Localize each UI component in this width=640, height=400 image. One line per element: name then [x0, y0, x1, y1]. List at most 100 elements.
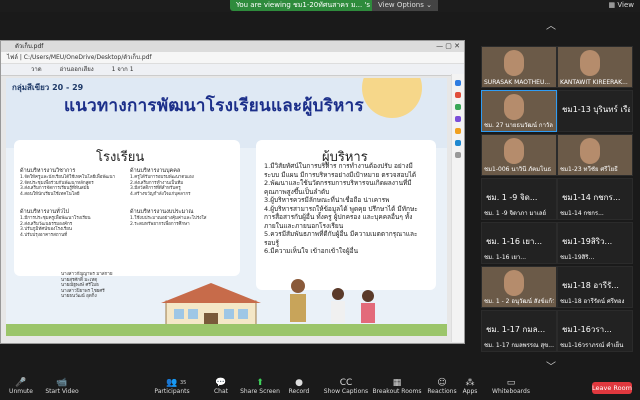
- participant-name: ชม. 1-17 กมลพรรณ สุข...: [484, 342, 554, 349]
- button-label: Participants: [154, 388, 190, 395]
- chat-button[interactable]: 💬 Chat: [208, 378, 234, 395]
- admin-list: 1.มีวิสัยทัศน์ในการบริหาร การทำงานต้องปร…: [264, 162, 422, 256]
- record-button[interactable]: ● Record: [284, 378, 314, 395]
- shopping-icon[interactable]: [455, 128, 461, 134]
- school-heading: โรงเรียน: [96, 150, 145, 165]
- button-label: Whiteboards: [492, 388, 530, 395]
- edge-sidebar: [451, 74, 464, 342]
- personnel-list: 1.ครูได้รับการอบรมพัฒนาตนเอง 2.ส่งเสริมก…: [130, 175, 234, 197]
- participant-tile[interactable]: ชม. 1 -9 จิด... ชม. 1 -9 จิดาภา มาเลย์: [481, 178, 557, 220]
- whiteboard-icon: ▭: [506, 378, 516, 388]
- start-video-button[interactable]: 📹 Start Video: [42, 378, 82, 395]
- chevron-down-icon[interactable]: ﹀: [546, 358, 556, 373]
- draw-tool[interactable]: วาด: [31, 66, 42, 73]
- breakout-rooms-button[interactable]: ▦ Breakout Rooms: [372, 378, 422, 395]
- participant-tile[interactable]: ชม1-14 กชกร... ชม1-14 กชกร...: [557, 178, 633, 220]
- participant-name-large: ชม1-18 อารีรั...: [562, 281, 619, 290]
- participant-tile[interactable]: ชม1-19สิริว... ชม1-19สิริ...: [557, 222, 633, 264]
- participant-tile[interactable]: ชม. 27 นายธนวัฒน์ กาวัล: [481, 90, 557, 132]
- list-item: 2.พัฒนาและใช้นวัตกรรมการบริหารจนเกิดผลงา…: [264, 179, 412, 196]
- button-label: Show Captions: [323, 388, 369, 395]
- pdf-slide: กลุ่มสีเขียว 20 - 29 แนวทางการพัฒนาโรงเร…: [6, 78, 447, 336]
- browser-tab[interactable]: ตัวเก็บ.pdf — ▢ ✕: [1, 41, 464, 52]
- view-options-button[interactable]: View Options ⌄: [372, 0, 438, 11]
- reactions-button[interactable]: ☺ Reactions: [424, 378, 460, 395]
- unmute-button[interactable]: 🎤 Unmute: [6, 378, 36, 395]
- share-screen-button[interactable]: ⬆ Share Screen: [240, 378, 280, 395]
- outlook-icon[interactable]: [455, 140, 461, 146]
- office-icon[interactable]: [455, 116, 461, 122]
- button-label: Start Video: [45, 388, 79, 395]
- address-bar[interactable]: ไฟล์ | C:/Users/MEU/OneDrive/Desktop/ตัว…: [1, 52, 464, 64]
- list-item: 6.มีความเห็นใจ เข้าอกเข้าใจผู้อื่น: [264, 247, 359, 255]
- button-label: Breakout Rooms: [372, 388, 422, 395]
- participant-tile[interactable]: ชม1-23 ทวีชัย ศรีโยธี: [557, 134, 633, 176]
- participant-name: ชม1-23 ทวีชัย ศรีโยธี: [560, 166, 618, 173]
- button-label: Apps: [462, 388, 478, 395]
- button-label: Share Screen: [240, 388, 280, 395]
- participant-name: ชม1-16วราภรณ์ คำเย็น: [560, 342, 624, 349]
- captions-icon: CC: [339, 378, 353, 388]
- breakout-icon: ▦: [392, 378, 402, 388]
- participant-name: ชม1-14 กชกร...: [560, 210, 604, 217]
- participant-name-large: ชม1-19สิริว...: [562, 237, 613, 246]
- academic-list: 1.จัดให้ครูและนักเรียนได้ใช้เทคโนโลยีเพื…: [20, 175, 120, 197]
- participant-tile[interactable]: SURASAK MAOTHEU...: [481, 46, 557, 88]
- budget-list: 1.ใช้งบประมาณอย่างคุ้มค่าและโปร่งใส 2.ระ…: [130, 216, 234, 227]
- add-icon[interactable]: [455, 152, 461, 158]
- list-item: 1.มีวิสัยทัศน์ในการบริหาร การทำงานต้องปร…: [264, 162, 417, 179]
- participant-tile[interactable]: ชม. 1-17 กมล... ชม. 1-17 กมลพรรณ สุข...: [481, 310, 557, 352]
- record-icon: ●: [295, 378, 303, 388]
- participant-name-large: ชม1-14 กชกร...: [562, 193, 621, 202]
- list-item: 5.ควรมีสัมพันธภาพที่ดีกับผู้อื่น มีความเ…: [264, 230, 418, 247]
- games-icon[interactable]: [455, 104, 461, 110]
- participant-tile[interactable]: ชม1-18 อารีรั... ชม1-18 อารีรัตน์ ศรีทอง: [557, 266, 633, 308]
- search-icon[interactable]: [455, 80, 461, 86]
- participant-tile[interactable]: ชม1-13 บุรินทร์ เรืองแสง: [557, 90, 633, 132]
- video-off-icon: 📹: [56, 378, 68, 388]
- button-label: Unmute: [9, 388, 33, 395]
- pdf-toolbar: วาด อ่านออกเสียง 1 จาก 1: [1, 64, 464, 76]
- personnel-heading: ด้านบริหารงานบุคคล: [130, 168, 181, 174]
- participant-name: ชม. 27 นายธนวัฒน์ กาวัล: [484, 122, 553, 129]
- apps-icon: ⁂: [465, 378, 475, 388]
- academic-heading: ด้านบริหารงานวิชาการ: [20, 168, 76, 174]
- view-button[interactable]: ▦ View: [609, 1, 634, 9]
- participant-name-large: ชม. 1-16 เยา...: [486, 237, 543, 246]
- chevron-up-icon[interactable]: ︿: [546, 17, 556, 32]
- shared-screen: ตัวเก็บ.pdf — ▢ ✕ ไฟล์ | C:/Users/MEU/On…: [0, 40, 465, 344]
- list-item: 2.ระดมทรัพยากรเพื่อการศึกษา: [130, 221, 190, 227]
- participant-tile[interactable]: ชม. 1-16 เยา... ชม. 1-16 เยา...: [481, 222, 557, 264]
- window-controls[interactable]: — ▢ ✕: [436, 41, 460, 52]
- share-screen-icon: ⬆: [256, 378, 264, 388]
- general-list: 1.มีการประชุมครูเพื่อพัฒนาโรงเรียน 2.ส่ง…: [20, 216, 120, 238]
- list-item: นางสาวกัญญาพร มาสกาย: [61, 272, 113, 277]
- participant-tile[interactable]: ชม1-006 นาวินี ภัคมโนธ: [481, 134, 557, 176]
- participant-count: 35: [180, 380, 187, 386]
- list-item: 4.สร้างขวัญกำลังใจแก่บุคลากร: [130, 191, 191, 197]
- list-item: 3.ผู้บริหารควรมีลักษณะที่น่าเชื่อถือ น่า…: [264, 196, 390, 204]
- participant-name-large: ชม1-16วรา...: [562, 325, 612, 334]
- budget-heading: ด้านบริหารงานงบประมาณ: [130, 209, 194, 215]
- participant-tile[interactable]: KANTAWIT KIREERAK...: [557, 46, 633, 88]
- participant-name: SURASAK MAOTHEU...: [484, 79, 551, 86]
- button-label: Chat: [213, 388, 229, 395]
- participant-name: ชม. 1-16 เยา...: [484, 254, 527, 261]
- tools-icon[interactable]: [455, 92, 461, 98]
- apps-button[interactable]: ⁂ Apps: [458, 378, 482, 395]
- show-captions-button[interactable]: CC Show Captions: [322, 378, 370, 395]
- list-item: นายธนวัฒน์ อุดกิ่ง: [61, 294, 97, 299]
- school-card: โรงเรียน ด้านบริหารงานวิชาการ 1.จัดให้คร…: [14, 140, 240, 276]
- participant-tile[interactable]: ชม1-16วรา... ชม1-16วราภรณ์ คำเย็น: [557, 310, 633, 352]
- participant-tile[interactable]: ชม. 1 - 2 อนุวัฒน์ สังข์แก้ว: [481, 266, 557, 308]
- participant-name: ชม1-19สิริ...: [560, 254, 595, 261]
- whiteboards-button[interactable]: ▭ Whiteboards: [488, 378, 534, 395]
- page-indicator: 1 จาก 1: [111, 66, 134, 73]
- leave-room-button[interactable]: Leave Room: [592, 382, 632, 394]
- list-item: 4.ผู้บริหารสามารถให้ข้อมูลได้ พูดคุย ปรึ…: [264, 204, 418, 230]
- reactions-icon: ☺: [437, 378, 447, 388]
- grass-strip: [6, 324, 447, 336]
- group-member-names: นางสาวกัญญาพร มาสกาย นายสุรศักดิ์ มะเหตุ…: [61, 272, 112, 300]
- mic-off-icon: 🎤: [15, 378, 27, 388]
- read-aloud-tool[interactable]: อ่านออกเสียง: [60, 66, 94, 73]
